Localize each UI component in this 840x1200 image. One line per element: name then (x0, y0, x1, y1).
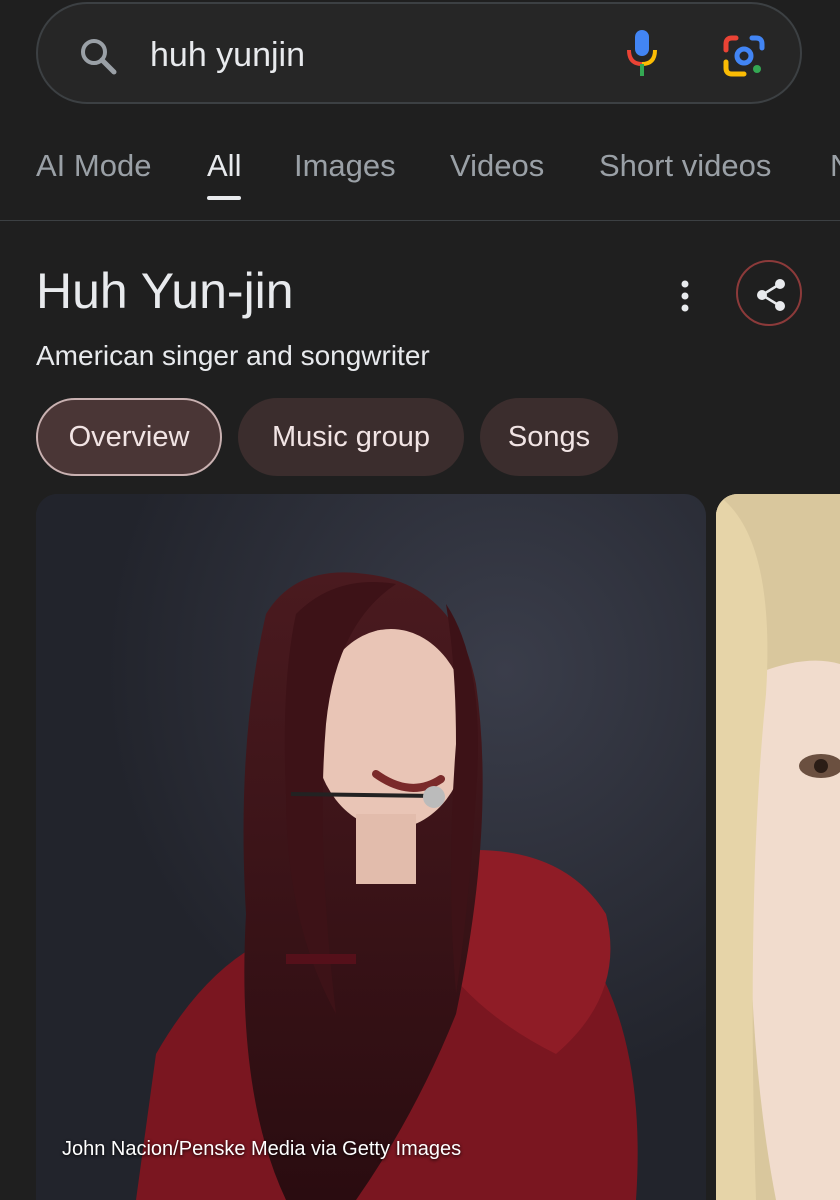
chip-music-group[interactable]: Music group (238, 398, 464, 476)
performer-photo (36, 494, 706, 1200)
microphone-icon[interactable] (624, 28, 660, 80)
portrait-photo (716, 494, 840, 1200)
entity-photo-main[interactable] (36, 494, 706, 1200)
tab-all[interactable]: All (207, 148, 241, 184)
tab-ai-mode[interactable]: AI Mode (36, 148, 151, 184)
search-bar[interactable] (36, 2, 802, 104)
search-results-page: AI Mode All Images Videos Short videos N… (0, 0, 840, 1200)
share-button[interactable] (736, 260, 802, 326)
lens-camera-icon[interactable] (722, 34, 766, 78)
search-input[interactable] (150, 30, 590, 80)
chip-overview[interactable]: Overview (36, 398, 222, 476)
tab-short-videos[interactable]: Short videos (599, 148, 771, 184)
entity-photo-secondary[interactable] (716, 494, 840, 1200)
tab-images[interactable]: Images (294, 148, 396, 184)
image-credit-caption: John Nacion/Penske Media via Getty Image… (62, 1138, 462, 1160)
entity-title: Huh Yun-jin (36, 263, 294, 319)
active-tab-indicator (207, 196, 241, 200)
share-icon (757, 279, 785, 311)
search-tabs: AI Mode All Images Videos Short videos N (0, 130, 840, 221)
chip-songs[interactable]: Songs (480, 398, 618, 476)
more-options-icon[interactable] (670, 276, 700, 316)
search-icon (78, 36, 118, 76)
tab-news[interactable]: N (830, 148, 840, 184)
tab-videos[interactable]: Videos (450, 148, 544, 184)
entity-subtitle: American singer and songwriter (36, 340, 430, 371)
